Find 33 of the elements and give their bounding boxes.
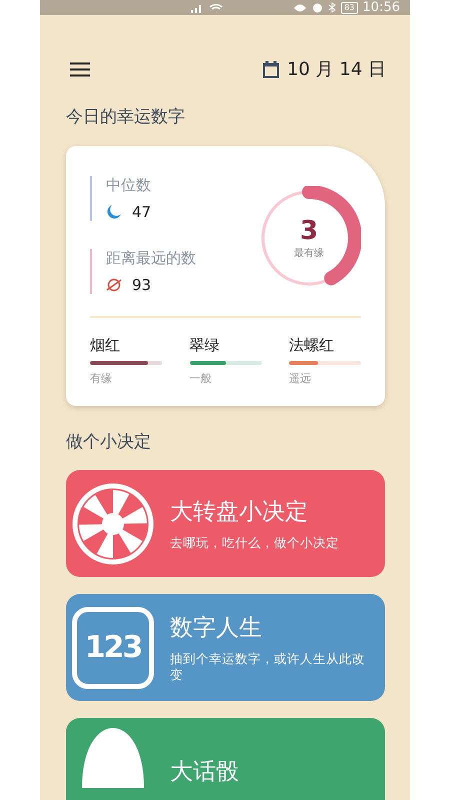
color-name: 翠绿 xyxy=(190,336,220,355)
stat-value: 93 xyxy=(132,276,152,294)
stat-label: 距离最远的数 xyxy=(106,249,196,268)
battery-level: 83 xyxy=(341,2,358,14)
moon-icon xyxy=(106,204,122,220)
feature-subtitle: 去哪玩，吃什么，做个小决定 xyxy=(170,535,340,551)
feature-subtitle: 抽到个幸运数字，或许人生从此改变 xyxy=(170,651,366,683)
eye-icon xyxy=(293,2,308,12)
number-icon: 123 xyxy=(72,606,154,688)
color-name: 烟红 xyxy=(90,336,121,355)
feature-title: 大话骰 xyxy=(170,758,240,787)
feature-title: 数字人生 xyxy=(170,614,263,643)
clock-time: 10:56 xyxy=(362,0,400,15)
section-title: 今日的幸运数字 xyxy=(65,106,186,128)
stat-value: 47 xyxy=(132,203,152,221)
bluetooth-icon xyxy=(328,2,336,13)
meter-note: 遥远 xyxy=(289,371,312,386)
feature-card[interactable]: 大话骰 xyxy=(66,718,385,800)
feature-card[interactable]: 大转盘小决定 去哪玩，吃什么，做个小决定 xyxy=(66,470,385,577)
feature-title: 大转盘小决定 xyxy=(170,498,309,527)
stat-label: 中位数 xyxy=(106,176,152,195)
lucky-number: 3 xyxy=(300,216,318,246)
meter-note: 一般 xyxy=(190,371,212,386)
wifi-icon xyxy=(209,2,224,12)
calendar-icon[interactable] xyxy=(263,60,280,78)
section-title: 做个小决定 xyxy=(65,431,152,453)
meter-note: 有缘 xyxy=(90,371,113,386)
feature-card[interactable]: 123 数字人生 抽到个幸运数字，或许人生从此改变 xyxy=(66,594,385,701)
date-label[interactable]: 10 月 14 日 xyxy=(287,57,386,81)
lucky-caption: 最有缘 xyxy=(294,246,324,260)
menu-icon[interactable] xyxy=(70,62,90,76)
wheel-icon xyxy=(72,482,154,564)
color-name: 法螺红 xyxy=(289,336,335,355)
